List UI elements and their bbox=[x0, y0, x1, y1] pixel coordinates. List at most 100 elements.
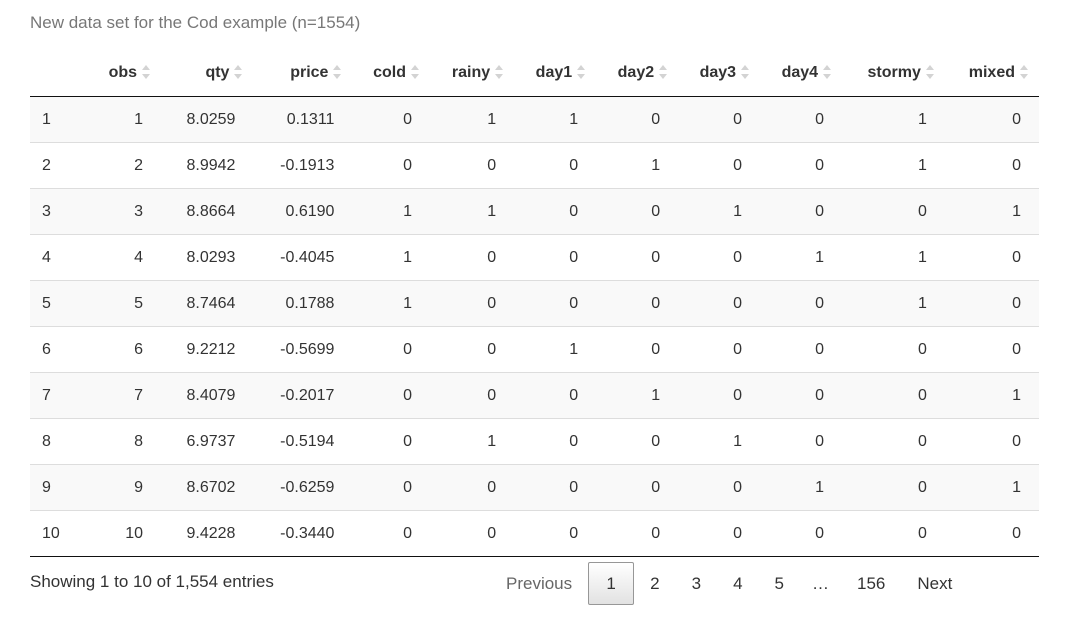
page-button-2[interactable]: 2 bbox=[634, 562, 675, 605]
cell-day4: 1 bbox=[760, 464, 843, 511]
cell-cold: 1 bbox=[352, 280, 430, 327]
cell-day1: 0 bbox=[514, 188, 597, 235]
sort-icon[interactable] bbox=[925, 63, 935, 81]
cell-stormy: 0 bbox=[842, 464, 945, 511]
sort-icon[interactable] bbox=[1019, 63, 1029, 81]
cell-day1: 0 bbox=[514, 280, 597, 327]
sort-icon[interactable] bbox=[658, 63, 668, 81]
cell-obs: 8 bbox=[88, 418, 162, 465]
cell-day1: 0 bbox=[514, 510, 597, 557]
cell-stormy: 0 bbox=[842, 188, 945, 235]
cell-day2: 1 bbox=[596, 142, 679, 189]
cell-stormy: 1 bbox=[842, 234, 945, 281]
col-header-label: cold bbox=[373, 64, 406, 82]
col-header-label: day3 bbox=[699, 64, 737, 82]
sort-icon[interactable] bbox=[822, 63, 832, 81]
cell-day4: 0 bbox=[760, 326, 843, 373]
cell-qty: 8.6702 bbox=[161, 464, 254, 511]
table-row: 2 2 8.9942 -0.1913 0 0 0 1 0 0 1 0 bbox=[30, 142, 1039, 189]
cell-rainy: 0 bbox=[430, 326, 515, 373]
cell-day4: 0 bbox=[760, 418, 843, 465]
cell-qty: 8.0259 bbox=[161, 96, 254, 143]
col-header-qty[interactable]: qty bbox=[161, 50, 254, 97]
row-name-cell: 5 bbox=[30, 280, 89, 327]
sort-icon[interactable] bbox=[141, 63, 151, 81]
page-button-1[interactable]: 1 bbox=[588, 562, 635, 605]
cell-obs: 4 bbox=[88, 234, 162, 281]
col-header-day3[interactable]: day3 bbox=[678, 50, 761, 97]
cell-day2: 0 bbox=[596, 418, 679, 465]
cell-day2: 0 bbox=[596, 234, 679, 281]
cell-day1: 0 bbox=[514, 142, 597, 189]
row-name-cell: 1 bbox=[30, 96, 89, 143]
col-header-cold[interactable]: cold bbox=[352, 50, 430, 97]
col-header-day4[interactable]: day4 bbox=[760, 50, 843, 97]
cell-qty: 8.0293 bbox=[161, 234, 254, 281]
cell-rainy: 0 bbox=[430, 510, 515, 557]
cell-stormy: 0 bbox=[842, 418, 945, 465]
table-row: 10 10 9.4228 -0.3440 0 0 0 0 0 0 0 0 bbox=[30, 510, 1039, 557]
sort-icon[interactable] bbox=[332, 63, 342, 81]
page-button-5[interactable]: 5 bbox=[759, 562, 800, 605]
cell-rainy: 1 bbox=[430, 188, 515, 235]
cell-day4: 1 bbox=[760, 234, 843, 281]
cell-price: 0.1311 bbox=[253, 96, 353, 143]
table-row: 1 1 8.0259 0.1311 0 1 1 0 0 0 1 0 bbox=[30, 96, 1039, 143]
page-button-last[interactable]: 156 bbox=[841, 562, 901, 605]
sort-icon[interactable] bbox=[410, 63, 420, 81]
cell-day2: 0 bbox=[596, 96, 679, 143]
col-header-stormy[interactable]: stormy bbox=[842, 50, 945, 97]
cell-mixed: 0 bbox=[944, 510, 1039, 557]
cell-day1: 0 bbox=[514, 464, 597, 511]
cell-day4: 0 bbox=[760, 510, 843, 557]
cell-obs: 3 bbox=[88, 188, 162, 235]
cell-mixed: 0 bbox=[944, 280, 1039, 327]
sort-icon[interactable] bbox=[494, 63, 504, 81]
cell-mixed: 0 bbox=[944, 234, 1039, 281]
cell-day1: 0 bbox=[514, 234, 597, 281]
cell-stormy: 1 bbox=[842, 96, 945, 143]
col-header-day2[interactable]: day2 bbox=[596, 50, 679, 97]
cell-day3: 1 bbox=[678, 418, 761, 465]
pagination-ellipsis: … bbox=[812, 573, 830, 593]
cell-rainy: 0 bbox=[430, 142, 515, 189]
cell-day2: 0 bbox=[596, 510, 679, 557]
cell-day3: 1 bbox=[678, 188, 761, 235]
cell-cold: 0 bbox=[352, 326, 430, 373]
col-header-label: mixed bbox=[968, 64, 1015, 82]
cell-day3: 0 bbox=[678, 464, 761, 511]
cell-qty: 8.4079 bbox=[161, 372, 254, 419]
previous-button[interactable]: Previous bbox=[490, 562, 588, 605]
sort-icon[interactable] bbox=[740, 63, 750, 81]
row-name-cell: 4 bbox=[30, 234, 89, 281]
cell-price: 0.6190 bbox=[253, 188, 353, 235]
cell-qty: 9.2212 bbox=[161, 326, 254, 373]
page-button-4[interactable]: 4 bbox=[717, 562, 758, 605]
cell-mixed: 0 bbox=[944, 418, 1039, 465]
cell-obs: 1 bbox=[88, 96, 162, 143]
cell-mixed: 0 bbox=[944, 142, 1039, 189]
cell-cold: 0 bbox=[352, 142, 430, 189]
table-row: 6 6 9.2212 -0.5699 0 0 1 0 0 0 0 0 bbox=[30, 326, 1039, 373]
cell-obs: 7 bbox=[88, 372, 162, 419]
cell-cold: 0 bbox=[352, 96, 430, 143]
col-header-price[interactable]: price bbox=[253, 50, 353, 97]
col-header-obs[interactable]: obs bbox=[88, 50, 162, 97]
cell-day2: 1 bbox=[596, 372, 679, 419]
page-button-3[interactable]: 3 bbox=[676, 562, 717, 605]
cell-stormy: 0 bbox=[842, 326, 945, 373]
sort-icon[interactable] bbox=[576, 63, 586, 81]
col-header-label: obs bbox=[108, 64, 138, 82]
cell-rainy: 1 bbox=[430, 96, 515, 143]
next-button[interactable]: Next bbox=[901, 562, 968, 605]
cell-day2: 0 bbox=[596, 188, 679, 235]
col-header-rainy[interactable]: rainy bbox=[430, 50, 515, 97]
cell-qty: 8.9942 bbox=[161, 142, 254, 189]
col-header-mixed[interactable]: mixed bbox=[944, 50, 1039, 97]
cell-day2: 0 bbox=[596, 280, 679, 327]
col-header-label: stormy bbox=[867, 64, 921, 82]
table-row: 9 9 8.6702 -0.6259 0 0 0 0 0 1 0 1 bbox=[30, 464, 1039, 511]
col-header-day1[interactable]: day1 bbox=[514, 50, 597, 97]
row-name-cell: 6 bbox=[30, 326, 89, 373]
sort-icon[interactable] bbox=[233, 63, 243, 81]
